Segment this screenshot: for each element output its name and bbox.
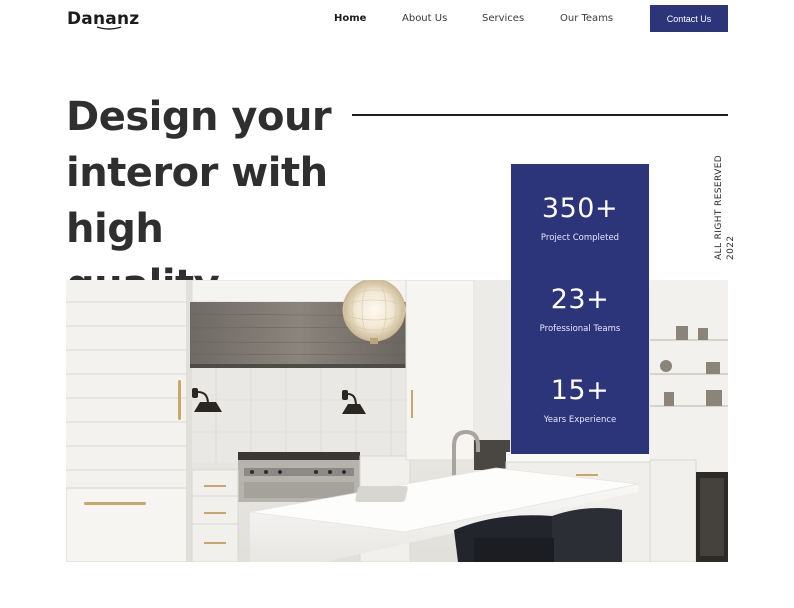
nav-services[interactable]: Services	[482, 13, 524, 24]
contact-us-button[interactable]: Contact Us	[650, 5, 728, 32]
nav-our-teams[interactable]: Our Teams	[560, 13, 613, 24]
stat-experience: 15+ Years Experience	[511, 375, 649, 425]
stat-teams: 23+ Professional Teams	[511, 284, 649, 334]
stat-label: Years Experience	[543, 415, 617, 425]
hero-title-line-2: interor with high	[66, 150, 328, 252]
nav-about-us[interactable]: About Us	[402, 13, 447, 24]
nav-home[interactable]: Home	[334, 13, 366, 24]
hero-title-line-1: Design your	[66, 94, 332, 140]
stat-label: Project Completed	[540, 233, 620, 243]
copyright-vertical: ALL RIGHT RESERVED 2022	[710, 150, 740, 260]
stats-panel: 350+ Project Completed 23+ Professional …	[511, 164, 649, 454]
copyright-year: 2022	[726, 235, 736, 260]
stat-projects: 350+ Project Completed	[511, 193, 649, 243]
stat-value: 23+	[550, 284, 610, 315]
stat-value: 350+	[541, 193, 619, 224]
logo-underline-icon	[96, 26, 122, 30]
copyright-rights: ALL RIGHT RESERVED	[714, 154, 724, 260]
hero-divider	[352, 114, 728, 116]
stat-value: 15+	[550, 375, 610, 406]
stat-label: Professional Teams	[539, 324, 621, 334]
